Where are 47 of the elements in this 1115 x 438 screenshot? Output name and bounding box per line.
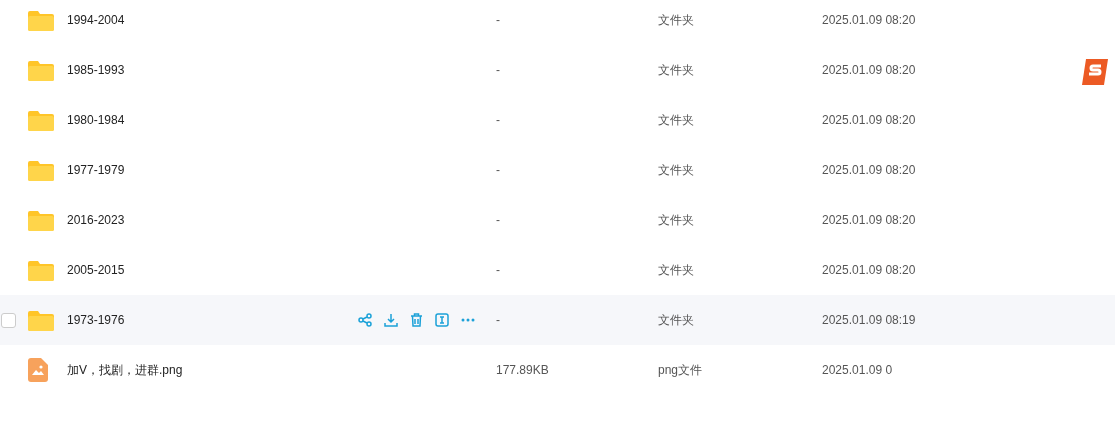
file-type: 文件夹 [658,312,694,327]
file-name[interactable]: 1985-1993 [67,63,496,77]
modified-date: 2025.01.09 08:20 [822,163,916,177]
rename-icon[interactable] [435,313,449,327]
file-name[interactable]: 2005-2015 [67,263,496,277]
modified-date: 2025.01.09 08:20 [822,13,916,27]
file-name[interactable]: 1994-2004 [67,13,496,27]
file-type: 文件夹 [658,212,694,227]
file-size: - [496,63,500,77]
folder-icon [28,209,54,231]
folder-icon [28,259,54,281]
file-size: - [496,113,500,127]
folder-icon [28,9,54,31]
folder-icon [28,159,54,181]
file-size: - [496,313,500,327]
file-type: 文件夹 [658,62,694,77]
file-size: - [496,263,500,277]
modified-date: 2025.01.09 08:20 [822,63,916,77]
modified-date: 2025.01.09 08:20 [822,263,916,277]
file-name[interactable]: 1973-1976 [67,313,358,327]
file-type: png文件 [658,362,703,377]
modified-date: 2025.01.09 0 [822,363,893,377]
file-size: 177.89KB [496,363,549,377]
folder-icon [28,309,54,331]
file-name[interactable]: 2016-2023 [67,213,496,227]
folder-icon [28,109,54,131]
modified-date: 2025.01.09 08:19 [822,313,916,327]
file-type: 文件夹 [658,262,694,277]
file-name[interactable]: 1977-1979 [67,163,496,177]
share-icon[interactable] [358,313,372,327]
file-row[interactable]: 1973-1976 - 文件夹 2025.01.09 08:19 [0,295,1115,345]
file-type: 文件夹 [658,162,694,177]
image-file-icon [28,358,48,382]
file-size: - [496,163,500,177]
file-name[interactable]: 1980-1984 [67,113,496,127]
checkbox[interactable] [1,312,16,328]
modified-date: 2025.01.09 08:20 [822,113,916,127]
file-size: - [496,213,500,227]
download-icon[interactable] [384,313,398,327]
file-type: 文件夹 [658,112,694,127]
file-size: - [496,13,500,27]
more-icon[interactable] [461,318,475,322]
modified-date: 2025.01.09 08:20 [822,213,916,227]
folder-icon [28,59,54,81]
trash-icon[interactable] [410,313,423,327]
file-name[interactable]: 加V，找剧，进群.png [67,361,496,379]
file-type: 文件夹 [658,12,694,27]
